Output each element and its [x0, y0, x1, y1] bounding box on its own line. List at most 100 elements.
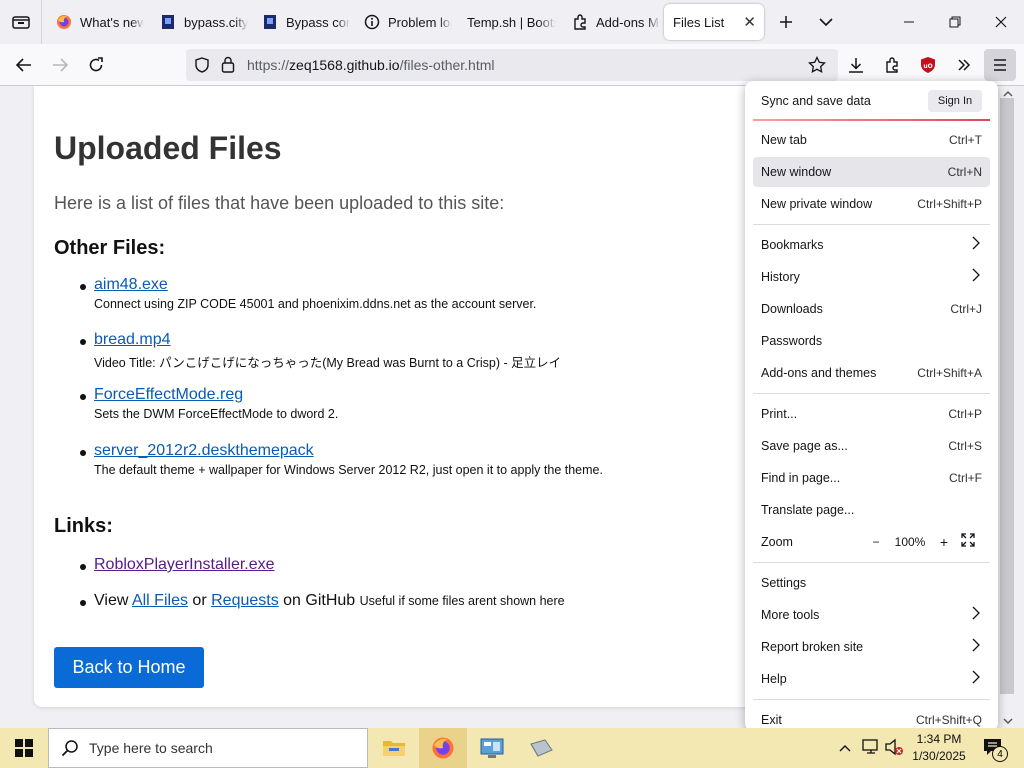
tab-strip: What's new bypass.city Bypass config Pro…: [0, 0, 1024, 44]
menu-item-label: Passwords: [761, 334, 823, 348]
page-intro: Here is a list of files that have been u…: [54, 193, 505, 213]
windows-taskbar: Type here to search 1:34 PM 1/30/2025 4: [0, 728, 1024, 768]
tab-addons-manager[interactable]: Add-ons Manager: [562, 4, 660, 40]
scroll-up-icon[interactable]: [1002, 86, 1014, 104]
tab-files-list[interactable]: Files List ✕: [664, 4, 764, 40]
list-item: bread.mp4 Video Title: パンこげこげになっちゃった(My …: [80, 331, 562, 371]
bullet: [80, 394, 86, 400]
taskbar-app[interactable]: [517, 728, 565, 768]
taskbar-search-box[interactable]: Type here to search: [48, 728, 368, 768]
sync-label: Sync and save data: [761, 94, 871, 108]
page-title: Uploaded Files: [54, 130, 282, 166]
menu-shortcut: Ctrl+Shift+A: [917, 366, 982, 380]
url-text[interactable]: https://zeq1568.github.io/files-other.ht…: [247, 57, 495, 73]
file-link-bread[interactable]: bread.mp4: [94, 331, 171, 348]
network-icon[interactable]: [862, 738, 880, 761]
arrow-right-icon: [53, 58, 68, 72]
navigation-toolbar: https://zeq1568.github.io/files-other.ht…: [0, 44, 1024, 86]
menu-item-addons-themes[interactable]: Add-ons and themes Ctrl+Shift+A: [753, 358, 990, 388]
system-clock[interactable]: 1:34 PM 1/30/2025: [904, 731, 974, 765]
menu-item-downloads[interactable]: Downloads Ctrl+J: [753, 294, 990, 324]
file-link-deskthemepack[interactable]: server_2012r2.deskthemepack: [94, 442, 314, 459]
tab-title: What's new: [80, 14, 144, 30]
menu-item-report-broken-site[interactable]: Report broken site: [753, 632, 990, 662]
bullet: [80, 600, 86, 606]
menu-item-find-in-page[interactable]: Find in page... Ctrl+F: [753, 463, 990, 493]
restore-button[interactable]: [932, 0, 978, 44]
menu-item-settings[interactable]: Settings: [753, 568, 990, 598]
sign-in-button[interactable]: Sign In: [928, 90, 982, 112]
menu-item-new-tab[interactable]: New tab Ctrl+T: [753, 125, 990, 155]
menu-shortcut: Ctrl+Shift+Q: [915, 713, 982, 727]
close-icon: [995, 16, 1007, 28]
zoom-reset-button[interactable]: 100%: [888, 535, 932, 549]
tab-temp-sh[interactable]: Temp.sh | Bootstrap: [456, 4, 556, 40]
reload-icon: [89, 57, 103, 72]
back-button[interactable]: [8, 49, 40, 81]
start-button[interactable]: [0, 728, 48, 768]
tab-problem-loading[interactable]: Problem loading: [354, 4, 452, 40]
volume-muted-icon[interactable]: [884, 738, 904, 761]
double-chevron-right-icon: [958, 59, 971, 71]
close-window-button[interactable]: [978, 0, 1024, 44]
restore-icon: [949, 16, 961, 28]
zoom-in-button[interactable]: +: [932, 534, 956, 550]
more-tools-button[interactable]: [948, 49, 980, 81]
url-bar[interactable]: https://zeq1568.github.io/files-other.ht…: [186, 49, 838, 81]
bookmark-star-icon[interactable]: [808, 55, 826, 79]
shield-icon[interactable]: [194, 57, 210, 78]
menu-item-new-window[interactable]: New window Ctrl+N: [753, 157, 990, 187]
list-all-tabs-button[interactable]: [0, 0, 42, 44]
scrollbar-thumb[interactable]: [1000, 98, 1014, 694]
file-description: Video Title: パンこげこげになっちゃった(My Bread was …: [94, 356, 562, 370]
zoom-out-button[interactable]: −: [864, 535, 888, 549]
menu-item-label: More tools: [761, 608, 820, 622]
tab-bypass-city[interactable]: bypass.city: [150, 4, 248, 40]
menu-item-save-page[interactable]: Save page as... Ctrl+S: [753, 431, 990, 461]
menu-shortcut: Ctrl+F: [949, 471, 982, 485]
taskbar-firefox[interactable]: [419, 728, 467, 768]
minimize-button[interactable]: [886, 0, 932, 44]
taskbar-control-panel[interactable]: [468, 728, 516, 768]
menu-item-label: Find in page...: [761, 471, 841, 485]
menu-item-bookmarks[interactable]: Bookmarks: [753, 230, 990, 260]
back-to-home-button[interactable]: Back to Home: [54, 647, 204, 688]
tab-title: Temp.sh | Bootstrap: [467, 14, 556, 30]
notification-center-button[interactable]: 4: [982, 737, 1008, 762]
file-link-aim48[interactable]: aim48.exe: [94, 276, 168, 293]
menu-item-translate-page[interactable]: Translate page...: [753, 495, 990, 525]
menu-item-print[interactable]: Print... Ctrl+P: [753, 399, 990, 429]
list-tabs-button[interactable]: [810, 6, 842, 38]
extensions-button[interactable]: [876, 49, 908, 81]
menu-item-new-private-window[interactable]: New private window Ctrl+Shift+P: [753, 189, 990, 219]
tab-whats-new[interactable]: What's new: [46, 4, 144, 40]
new-tab-button[interactable]: [770, 6, 802, 38]
fullscreen-icon[interactable]: [956, 533, 980, 550]
menu-item-help[interactable]: Help: [753, 664, 990, 694]
chevron-right-icon: [972, 606, 980, 623]
all-files-link[interactable]: All Files: [132, 592, 188, 609]
window-app-icon: [530, 739, 553, 757]
roblox-installer-link[interactable]: RobloxPlayerInstaller.exe: [94, 556, 275, 573]
close-tab-icon[interactable]: ✕: [743, 13, 756, 31]
menu-item-passwords[interactable]: Passwords: [753, 326, 990, 356]
menu-item-more-tools[interactable]: More tools: [753, 600, 990, 630]
tab-bypass-config[interactable]: Bypass config: [252, 4, 350, 40]
taskbar-file-explorer[interactable]: [370, 728, 418, 768]
file-link-forceeffectmode[interactable]: ForceEffectMode.reg: [94, 386, 243, 403]
arrow-left-icon: [16, 58, 31, 72]
app-menu-button[interactable]: [984, 49, 1016, 81]
reload-button[interactable]: [80, 49, 112, 81]
tab-title: bypass.city: [184, 14, 248, 30]
forward-button[interactable]: [44, 49, 76, 81]
downloads-button[interactable]: [840, 49, 872, 81]
menu-item-history[interactable]: History: [753, 262, 990, 292]
lock-icon[interactable]: [221, 56, 235, 78]
search-icon: [61, 740, 78, 757]
ublock-origin-button[interactable]: uO: [912, 49, 944, 81]
list-item: View All Files or Requests on GitHub Use…: [80, 592, 565, 610]
list-item: ForceEffectMode.reg Sets the DWM ForceEf…: [80, 386, 338, 421]
show-hidden-icons-button[interactable]: [838, 740, 852, 758]
hamburger-menu-icon: [994, 59, 1006, 71]
requests-link[interactable]: Requests: [211, 592, 279, 609]
